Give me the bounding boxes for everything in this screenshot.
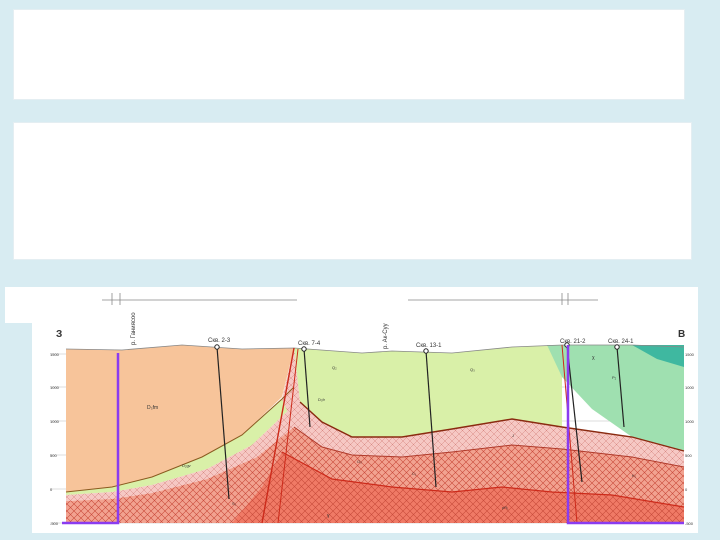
depth-tick: -500 [685, 521, 694, 526]
section-east-letter: В [678, 329, 685, 340]
depth-tick: 0 [685, 487, 688, 492]
layer-label: P₂ [612, 375, 617, 380]
middle-text-panel [13, 122, 692, 260]
section-west-letter: З [56, 329, 62, 340]
layer-label: χ [592, 355, 595, 361]
layer-label: Q₂ [332, 365, 337, 370]
cross-section-figure: Скв. 2-3 Скв. 7-4 Скв. 13-1 Скв. 21-2 Ск… [50, 293, 695, 526]
strata [66, 345, 684, 523]
depth-tick: 500 [50, 453, 57, 458]
depth-tick: 1000 [685, 419, 695, 424]
dimension-lines [102, 293, 598, 305]
well-label: Скв. 24-1 [608, 339, 634, 345]
well-label: Скв. 2-3 [208, 338, 231, 344]
depth-tick: 0 [50, 487, 53, 492]
depth-scale-right: 1500 1000 1000 500 0 -500 [685, 352, 695, 526]
depth-tick: 1000 [50, 419, 60, 424]
depth-tick: -500 [50, 521, 59, 526]
depth-tick: 500 [685, 453, 692, 458]
river-label-west: р. Ганиясоо [131, 312, 137, 345]
depth-tick: 1000 [50, 385, 60, 390]
river-label-east: р. Ак-Суу [383, 323, 389, 349]
depth-tick: 1500 [685, 352, 695, 357]
well-label: Скв. 7-4 [298, 341, 321, 347]
depth-tick: 1500 [50, 352, 60, 357]
layer-label: Q₃ [470, 367, 475, 372]
depth-tick: 1000 [685, 385, 695, 390]
layer-label: J [512, 433, 514, 438]
layer-label: D₂gv [182, 463, 191, 468]
layer-label: K₁ [632, 473, 637, 478]
well-label: Скв. 13-1 [416, 343, 442, 349]
layer-label: D₃fr [318, 397, 326, 402]
layer-label: O₃ [357, 459, 362, 464]
layer-label: D₃fm [147, 405, 158, 411]
layer-label: C₁ [412, 471, 417, 476]
layer-label: S₁ [232, 501, 237, 506]
well-label: Скв. 21-2 [560, 339, 586, 345]
geological-cross-section: Скв. 2-3 Скв. 7-4 Скв. 13-1 Скв. 21-2 Ск… [32, 287, 698, 533]
depth-scale-left: 1500 1000 1000 500 0 -500 [50, 352, 60, 526]
top-text-panel [13, 9, 685, 100]
layer-label: pR₁ [502, 505, 509, 510]
